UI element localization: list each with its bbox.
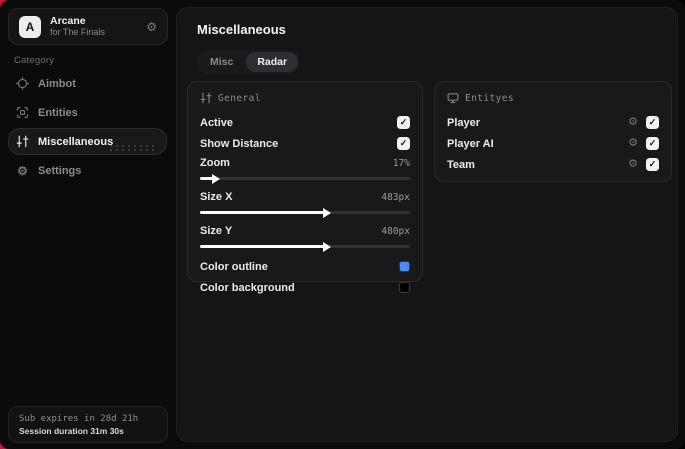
brand-subtitle: for The Finals (50, 27, 105, 38)
entity-label: Player (447, 116, 481, 129)
sidebar-item-miscellaneous[interactable]: Miscellaneous (8, 128, 167, 155)
entity-row-player: Player ⚙ (447, 112, 659, 133)
slider-fill (200, 245, 326, 248)
brand-card: A Arcane for The Finals ⚙ (8, 8, 168, 45)
show-distance-checkbox[interactable] (397, 137, 410, 150)
entities-card-title: Entityes (465, 92, 514, 104)
team-checkbox[interactable] (646, 158, 659, 171)
color-row-background: Color background (200, 277, 410, 298)
page-title: Miscellaneous (197, 22, 286, 37)
sidebar-item-label: Settings (38, 164, 82, 177)
active-checkbox[interactable] (397, 116, 410, 129)
entity-label: Player AI (447, 137, 494, 150)
gear-icon: ⚙ (17, 163, 28, 178)
app-window: A Arcane for The Finals ⚙ Category Aimbo… (0, 0, 685, 449)
sliders-icon (16, 135, 29, 148)
gear-icon[interactable]: ⚙ (146, 20, 157, 34)
slider-label: Size Y (200, 225, 233, 237)
brand-logo: A (19, 15, 41, 38)
slider-value: 483px (381, 191, 410, 203)
tab-misc[interactable]: Misc (199, 52, 244, 72)
gear-icon[interactable]: ⚙ (628, 159, 638, 170)
color-row-outline: Color outline (200, 256, 410, 277)
monitor-icon (447, 92, 459, 104)
sidebar-item-label: Miscellaneous (38, 135, 114, 148)
slider-thumb[interactable] (211, 173, 220, 184)
slider-thumb[interactable] (323, 241, 331, 252)
slider-value: 480px (381, 225, 410, 237)
sidebar-item-aimbot[interactable]: Aimbot (8, 70, 167, 97)
sidebar-nav: Aimbot Entities Miscellaneous ⚙ Settings (8, 70, 167, 186)
tab-bar: Misc Radar (197, 50, 301, 74)
slider-value: 17% (392, 157, 410, 169)
gear-icon[interactable]: ⚙ (628, 138, 638, 149)
slider-track (200, 177, 410, 180)
zoom-slider[interactable] (200, 172, 410, 184)
sidebar-item-label: Entities (38, 106, 78, 119)
slider-fill (200, 211, 326, 214)
scan-icon (16, 106, 29, 119)
size-x-slider[interactable] (200, 206, 410, 218)
sidebar-item-label: Aimbot (38, 77, 76, 90)
sub-expires-text: Sub expires in 28d 21h (19, 413, 139, 424)
sliders-icon (200, 92, 212, 104)
tab-radar[interactable]: Radar (246, 52, 299, 72)
general-card: General Active Show Distance Zoom 17% (187, 81, 423, 294)
slider-thumb[interactable] (323, 207, 331, 218)
toggle-label: Show Distance (200, 137, 279, 150)
toggle-label: Active (200, 116, 234, 129)
player-ai-checkbox[interactable] (646, 137, 659, 150)
size-y-slider[interactable] (200, 240, 410, 252)
entities-card: Entityes Player ⚙ Player AI ⚙ Team ⚙ (434, 81, 672, 182)
sidebar-item-entities[interactable]: Entities (8, 99, 167, 126)
general-card-title: General (218, 92, 261, 104)
general-card-header: General (200, 92, 410, 104)
slider-row-size-y: Size Y 480px (200, 222, 410, 252)
brand-title: Arcane (50, 15, 86, 28)
toggle-row-show-distance: Show Distance (200, 133, 410, 154)
color-background-swatch[interactable] (399, 282, 410, 293)
gear-icon[interactable]: ⚙ (628, 117, 638, 128)
entity-row-player-ai: Player AI ⚙ (447, 133, 659, 154)
entity-row-team: Team ⚙ (447, 154, 659, 175)
session-duration-text: Session duration 31m 30s (19, 425, 124, 436)
crosshair-icon (16, 77, 29, 90)
color-outline-swatch[interactable] (399, 261, 410, 272)
subscription-card: Sub expires in 28d 21h Session duration … (8, 406, 168, 443)
category-label: Category (14, 55, 55, 66)
color-label: Color outline (200, 260, 268, 273)
brand-text: Arcane for The Finals (50, 15, 137, 37)
sidebar-item-settings[interactable]: ⚙ Settings (8, 157, 167, 184)
slider-label: Size X (200, 191, 233, 203)
player-checkbox[interactable] (646, 116, 659, 129)
slider-row-size-x: Size X 483px (200, 188, 410, 218)
toggle-row-active: Active (200, 112, 410, 133)
slider-label: Zoom (200, 157, 230, 169)
entities-card-header: Entityes (447, 92, 659, 104)
main-panel: Miscellaneous Misc Radar General Active … (176, 7, 678, 442)
color-label: Color background (200, 281, 295, 294)
entity-label: Team (447, 158, 475, 171)
slider-row-zoom: Zoom 17% (200, 154, 410, 184)
sidebar: A Arcane for The Finals ⚙ Category Aimbo… (0, 0, 175, 449)
